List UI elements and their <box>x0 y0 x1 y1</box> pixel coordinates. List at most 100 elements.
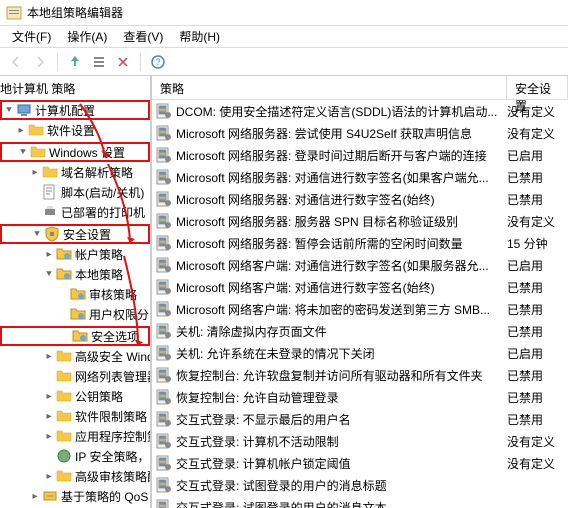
policy-row[interactable]: Microsoft 网络服务器: 登录时间过期后断开与客户端的连接已启用 <box>152 144 568 166</box>
policy-name: Microsoft 网络服务器: 服务器 SPN 目标名称验证级别 <box>176 213 507 230</box>
policy-row[interactable]: 交互式登录: 不显示最后的用户名已禁用 <box>152 408 568 430</box>
policy-value: 15 分钟 <box>507 235 548 252</box>
menu-action[interactable]: 操作(A) <box>59 26 115 47</box>
policy-row[interactable]: Microsoft 网络客户端: 对通信进行数字签名(如果服务器允...已启用 <box>152 254 568 276</box>
ipsec-icon <box>56 448 72 464</box>
list-header: 策略 安全设置 <box>152 76 568 100</box>
policy-icon <box>156 279 172 295</box>
policy-row[interactable]: DCOM: 使用安全描述符定义语言(SDDL)语法的计算机启动...没有定义 <box>152 100 568 122</box>
policy-name: Microsoft 网络服务器: 暂停会话前所需的空闲时间数量 <box>176 235 507 252</box>
expand-icon[interactable]: ▸ <box>14 125 28 136</box>
expand-icon[interactable]: ⯆ <box>2 105 16 116</box>
expand-icon[interactable]: ▸ <box>42 411 56 422</box>
tree-pubkey-policy[interactable]: ▸ 公钥策略 <box>0 386 150 406</box>
policy-name: 交互式登录: 计算机帐户锁定阈值 <box>176 455 507 472</box>
policy-name: Microsoft 网络服务器: 登录时间过期后断开与客户端的连接 <box>176 147 507 164</box>
policy-folder-icon <box>70 306 86 322</box>
policy-name: 恢复控制台: 允许软盘复制并访问所有驱动器和所有文件夹 <box>176 367 507 384</box>
tree-windows-settings[interactable]: ⯆ Windows 设置 <box>0 142 150 162</box>
expand-icon[interactable]: ⯆ <box>42 269 56 280</box>
policy-icon <box>156 169 172 185</box>
up-button[interactable] <box>65 52 85 72</box>
tree-software-restrict[interactable]: ▸ 软件限制策略 <box>0 406 150 426</box>
tree-adv-firewall[interactable]: ▸ 高级安全 Windo <box>0 346 150 366</box>
tree-root[interactable]: 地计算机 策略 <box>0 78 150 98</box>
policy-value: 已禁用 <box>507 323 543 340</box>
tree-adv-audit[interactable]: ▸ 高级审核策略配 <box>0 466 150 486</box>
help-button[interactable]: ? <box>148 52 168 72</box>
expand-icon[interactable]: ▸ <box>42 249 56 260</box>
menu-help[interactable]: 帮助(H) <box>171 26 228 47</box>
list-button[interactable] <box>89 52 109 72</box>
col-policy[interactable]: 策略 <box>152 76 507 99</box>
policy-row[interactable]: 恢复控制台: 允许自动管理登录已禁用 <box>152 386 568 408</box>
tree-scripts[interactable]: 脚本(启动/关机) <box>0 182 150 202</box>
menu-view[interactable]: 查看(V) <box>115 26 171 47</box>
policy-value: 已禁用 <box>507 169 543 186</box>
expand-icon[interactable]: ▸ <box>42 351 56 362</box>
tree-ipsec[interactable]: IP 安全策略，在 <box>0 446 150 466</box>
policy-row[interactable]: Microsoft 网络服务器: 尝试使用 S4U2Self 获取声明信息没有定… <box>152 122 568 144</box>
expand-icon[interactable]: ▸ <box>42 471 56 482</box>
delete-button[interactable] <box>113 52 133 72</box>
tree-netlist-mgr[interactable]: 网络列表管理器 <box>0 366 150 386</box>
tree-name-resolution[interactable]: ▸ 域名解析策略 <box>0 162 150 182</box>
tree-account-policy[interactable]: ▸ 帐户策略 <box>0 244 150 264</box>
folder-icon <box>56 428 72 444</box>
tree-app-control[interactable]: ▸ 应用程序控制策略 <box>0 426 150 446</box>
titlebar: 本地组策略编辑器 <box>0 0 568 26</box>
expand-icon[interactable]: ▸ <box>42 391 56 402</box>
folder-icon <box>28 122 44 138</box>
folder-icon <box>30 144 46 160</box>
expand-icon[interactable]: ⯆ <box>30 229 44 240</box>
policy-name: Microsoft 网络服务器: 对通信进行数字签名(如果客户端允... <box>176 169 507 186</box>
tree-user-rights[interactable]: 用户权限分 <box>0 304 150 324</box>
policy-name: 交互式登录: 计算机不活动限制 <box>176 433 507 450</box>
tree-audit-policy[interactable]: 审核策略 <box>0 284 150 304</box>
expand-icon[interactable]: ▸ <box>42 431 56 442</box>
policy-value: 已禁用 <box>507 191 543 208</box>
policy-value: 没有定义 <box>507 213 555 230</box>
policy-folder-icon <box>70 286 86 302</box>
menubar: 文件(F) 操作(A) 查看(V) 帮助(H) <box>0 26 568 48</box>
policy-row[interactable]: 交互式登录: 计算机帐户锁定阈值没有定义 <box>152 452 568 474</box>
tree-software-settings[interactable]: ▸ 软件设置 <box>0 120 150 140</box>
tree-deployed-printers[interactable]: 已部署的打印机 <box>0 202 150 222</box>
policy-folder-icon <box>72 328 88 344</box>
policy-name: Microsoft 网络客户端: 对通信进行数字签名(始终) <box>176 279 507 296</box>
policy-row[interactable]: 交互式登录: 试图登录的用户的消息文本 <box>152 496 568 508</box>
policy-row[interactable]: Microsoft 网络客户端: 将未加密的密码发送到第三方 SMB...已禁用 <box>152 298 568 320</box>
back-button[interactable] <box>6 52 26 72</box>
policy-value: 已启用 <box>507 257 543 274</box>
expand-icon[interactable]: ▸ <box>28 167 42 178</box>
policy-row[interactable]: Microsoft 网络客户端: 对通信进行数字签名(始终)已禁用 <box>152 276 568 298</box>
expand-icon[interactable]: ⯆ <box>16 147 30 158</box>
policy-icon <box>156 367 172 383</box>
policy-value: 没有定义 <box>507 433 555 450</box>
policy-row[interactable]: Microsoft 网络服务器: 对通信进行数字签名(如果客户端允...已禁用 <box>152 166 568 188</box>
tree-local-policy[interactable]: ⯆ 本地策略 <box>0 264 150 284</box>
menu-file[interactable]: 文件(F) <box>4 26 59 47</box>
col-security[interactable]: 安全设置 <box>507 76 568 99</box>
tree-computer-config[interactable]: ⯆ 计算机配置 <box>0 100 150 120</box>
expand-icon[interactable]: ▸ <box>28 491 42 502</box>
policy-icon <box>156 213 172 229</box>
tree-security-settings[interactable]: ⯆ 安全设置 <box>0 224 150 244</box>
policy-row[interactable]: Microsoft 网络服务器: 服务器 SPN 目标名称验证级别没有定义 <box>152 210 568 232</box>
policy-row[interactable]: 交互式登录: 计算机不活动限制没有定义 <box>152 430 568 452</box>
policy-icon <box>156 125 172 141</box>
tree-pane: 地计算机 策略 ⯆ 计算机配置 ▸ 软件设置 ⯆ Windows 设置 ▸ 域名… <box>0 76 152 508</box>
policy-row[interactable]: 关机: 允许系统在未登录的情况下关闭已启用 <box>152 342 568 364</box>
policy-icon <box>156 191 172 207</box>
policy-row[interactable]: 关机: 清除虚拟内存页面文件已禁用 <box>152 320 568 342</box>
policy-row[interactable]: 恢复控制台: 允许软盘复制并访问所有驱动器和所有文件夹已禁用 <box>152 364 568 386</box>
policy-row[interactable]: Microsoft 网络服务器: 对通信进行数字签名(始终)已禁用 <box>152 188 568 210</box>
folder-icon <box>56 388 72 404</box>
policy-name: 恢复控制台: 允许自动管理登录 <box>176 389 507 406</box>
tree-security-options[interactable]: 安全选项 <box>0 326 150 346</box>
tree-qos[interactable]: ▸ 基于策略的 QoS <box>0 486 150 506</box>
forward-button[interactable] <box>30 52 50 72</box>
policy-row[interactable]: 交互式登录: 试图登录的用户的消息标题 <box>152 474 568 496</box>
policy-name: DCOM: 使用安全描述符定义语言(SDDL)语法的计算机启动... <box>176 103 507 120</box>
policy-row[interactable]: Microsoft 网络服务器: 暂停会话前所需的空闲时间数量15 分钟 <box>152 232 568 254</box>
